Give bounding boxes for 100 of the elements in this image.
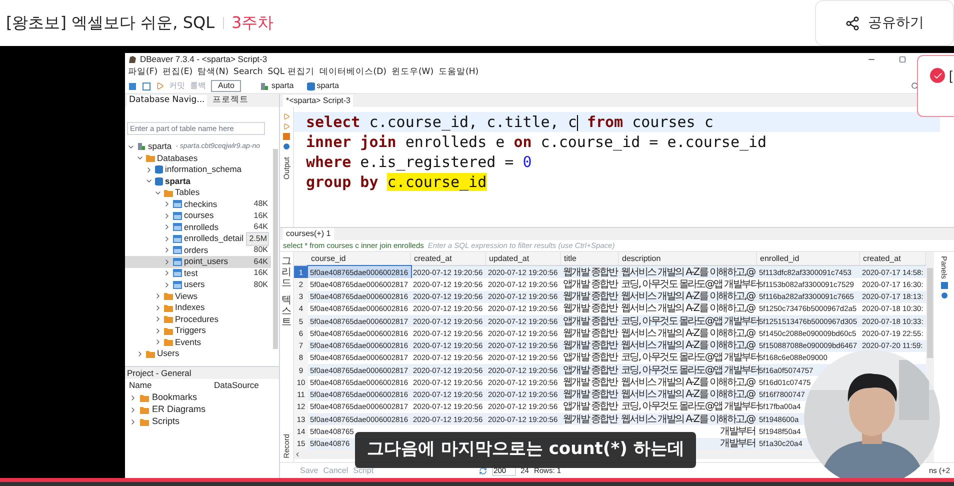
panel-tab[interactable]: Database Navig... — [127, 94, 207, 106]
menu-item[interactable]: 파일(F) — [128, 66, 158, 79]
menu-item[interactable]: SQL 편집기 — [268, 66, 314, 79]
tree-item[interactable]: Indexes — [125, 302, 271, 314]
table-cell-text: 코딩, 아무것도 몰라도@앱 개발부터 — [621, 351, 760, 366]
tree-label: Users — [157, 347, 180, 360]
column-header[interactable]: title — [561, 252, 619, 265]
tree-label: point_users — [184, 255, 228, 268]
table-cell-text: 앱개발 종합반 — [563, 278, 618, 292]
table-size: 64K — [252, 221, 269, 234]
table-size: 80K — [252, 278, 269, 291]
tree-label: Views — [175, 290, 198, 303]
tree-item[interactable]: checkins 48K — [125, 198, 271, 210]
tree-label: Indexes — [175, 301, 205, 314]
tree-item[interactable]: test 16K — [125, 268, 271, 279]
table-cell-text: 웹개발 종합반 — [563, 412, 618, 427]
tree-item[interactable]: Procedures — [125, 314, 271, 325]
table-cell-text: 웹개발 종합반 — [563, 266, 618, 280]
column-header[interactable]: enrolled_id — [757, 252, 860, 265]
table-size: 2.5M — [246, 232, 269, 246]
tree-item[interactable]: Users — [125, 348, 271, 360]
panel-tab[interactable]: 프로젝트 — [210, 94, 251, 106]
column-header[interactable]: updated_at — [486, 252, 561, 265]
commit-mode-field[interactable]: Auto — [211, 80, 242, 92]
menu-item[interactable]: 데이터베이스(D) — [319, 66, 386, 79]
table-cell-text: 코딩, 아무것도 몰라도@앱 개발부터 — [621, 400, 760, 414]
connection-selector[interactable]: sparta — [260, 80, 294, 92]
code-line: where e.is_registered = 0 — [305, 152, 533, 172]
panel-title: Project - General — [127, 366, 192, 380]
tree-label: users — [184, 278, 205, 292]
table-cell-text: 웹개발 종합반 — [563, 290, 618, 304]
menu-item[interactable]: 편집(E) — [162, 66, 193, 79]
tree-label: enrolleds — [184, 220, 218, 234]
tree-label: orders — [184, 244, 208, 257]
menu-item[interactable]: 도움말(H) — [438, 66, 479, 79]
tree-label: Events — [175, 336, 201, 349]
tree-label[interactable]: Scripts — [152, 415, 180, 429]
tree-label[interactable]: Bookmarks — [152, 391, 198, 405]
window-title: DBeaver 7.3.4 - <sparta> Script-3 — [140, 53, 268, 66]
editor-tab[interactable]: *<sparta> Script-3 — [283, 94, 354, 106]
tree-label: test — [184, 266, 198, 280]
table-size: 80K — [252, 244, 269, 256]
tree-item[interactable]: Views — [125, 290, 271, 302]
tree-item[interactable]: Databases — [125, 152, 271, 164]
tree-label: courses — [184, 209, 214, 222]
tree-label: enrolleds_detail — [184, 232, 244, 246]
tree-label: sparta — [165, 174, 191, 188]
share-button[interactable]: 공유하기 — [815, 0, 954, 46]
table-cell-text: 웹서비스 개발의 A-Z를 이해하고,@ — [621, 376, 755, 390]
table-cell-text: 개발부터 — [720, 437, 755, 452]
results-tab[interactable]: courses(+) 1 — [283, 228, 334, 240]
database-selector[interactable]: sparta — [306, 80, 339, 92]
subtitle: 그다음에 마지막으로는 count(*) 하는데 — [355, 432, 696, 468]
tree-label: Procedures — [175, 312, 218, 326]
table-cell-text: 앱개발 종합반 — [563, 400, 618, 414]
table-cell-text: 웹개발 종합반 — [563, 376, 618, 390]
table-cell-text: 웹서비스 개발의 A-Z를 이해하고,@ — [621, 266, 755, 280]
column-header[interactable]: Name — [129, 379, 214, 392]
tree-item[interactable]: point_users 64K — [125, 256, 271, 268]
tree-item[interactable]: Events — [125, 336, 271, 348]
table-cell-text: 웹서비스 개발의 A-Z를 이해하고,@ — [621, 290, 755, 304]
table-cell-text: 개발부터 — [720, 424, 755, 438]
table-cell-text: 코딩, 아무것도 몰라도@앱 개발부터 — [621, 364, 760, 378]
table-size: 48K — [252, 198, 269, 210]
table-cell-text: 웹개발 종합반 — [563, 302, 618, 316]
column-header[interactable]: DataSource — [214, 379, 259, 392]
tree-item[interactable]: information_schema — [125, 164, 271, 176]
code-line: inner join enrolleds e on c.course_id = e.course_id — [305, 132, 768, 152]
menu-item[interactable]: Search — [234, 66, 263, 79]
table-cell-text: 앱개발 종합반 — [563, 364, 618, 378]
tree-item[interactable]: Tables — [125, 187, 271, 198]
table-size: 16K — [252, 267, 269, 280]
tree-item[interactable]: courses 16K — [125, 210, 271, 222]
menu-item[interactable]: 탐색(N) — [198, 66, 229, 79]
toast-text: [ — [949, 68, 953, 83]
tree-item[interactable]: enrolleds 64K — [125, 222, 271, 233]
tree-item[interactable]: users 80K — [125, 279, 271, 290]
tree-label: sparta — [148, 140, 172, 154]
table-cell-text: 웹서비스 개발의 A-Z를 이해하고,@ — [621, 302, 755, 316]
menu-item[interactable]: 윈도우(W) — [391, 66, 434, 79]
week-label: 3주차 — [232, 12, 274, 34]
table-cell-text: 앱개발 종합반 — [563, 351, 618, 366]
table-cell-text: 코딩, 아무것도 몰라도@앱 개발부터 — [621, 278, 760, 292]
tree-label: checkins — [184, 198, 218, 211]
table-cell-text: 앱개발 종합반 — [563, 314, 618, 328]
tree-label: information_schema — [165, 163, 242, 176]
tree-label: Triggers — [175, 324, 206, 338]
tree-item[interactable]: orders 80K — [125, 244, 271, 256]
table-cell-text: 웹개발 종합반 — [563, 388, 618, 402]
table-cell-text: 웹개발 종합반 — [563, 326, 618, 340]
tree-item[interactable]: enrolleds_detail 2.5M — [125, 233, 271, 244]
column-header[interactable]: description — [619, 252, 757, 265]
table-cell-text: 웹서비스 개발의 A-Z를 이해하고,@ — [621, 388, 755, 402]
tree-item[interactable]: sparta — [125, 176, 271, 187]
view-toggle[interactable]: 그리드 — [282, 256, 292, 289]
table-cell-text: 웹서비스 개발의 A-Z를 이해하고,@ — [621, 339, 755, 352]
table-size: 16K — [252, 210, 269, 222]
view-toggle[interactable]: 텍스트 — [282, 295, 292, 328]
tree-label[interactable]: ER Diagrams — [152, 403, 206, 417]
tree-item[interactable]: Triggers — [125, 325, 271, 336]
